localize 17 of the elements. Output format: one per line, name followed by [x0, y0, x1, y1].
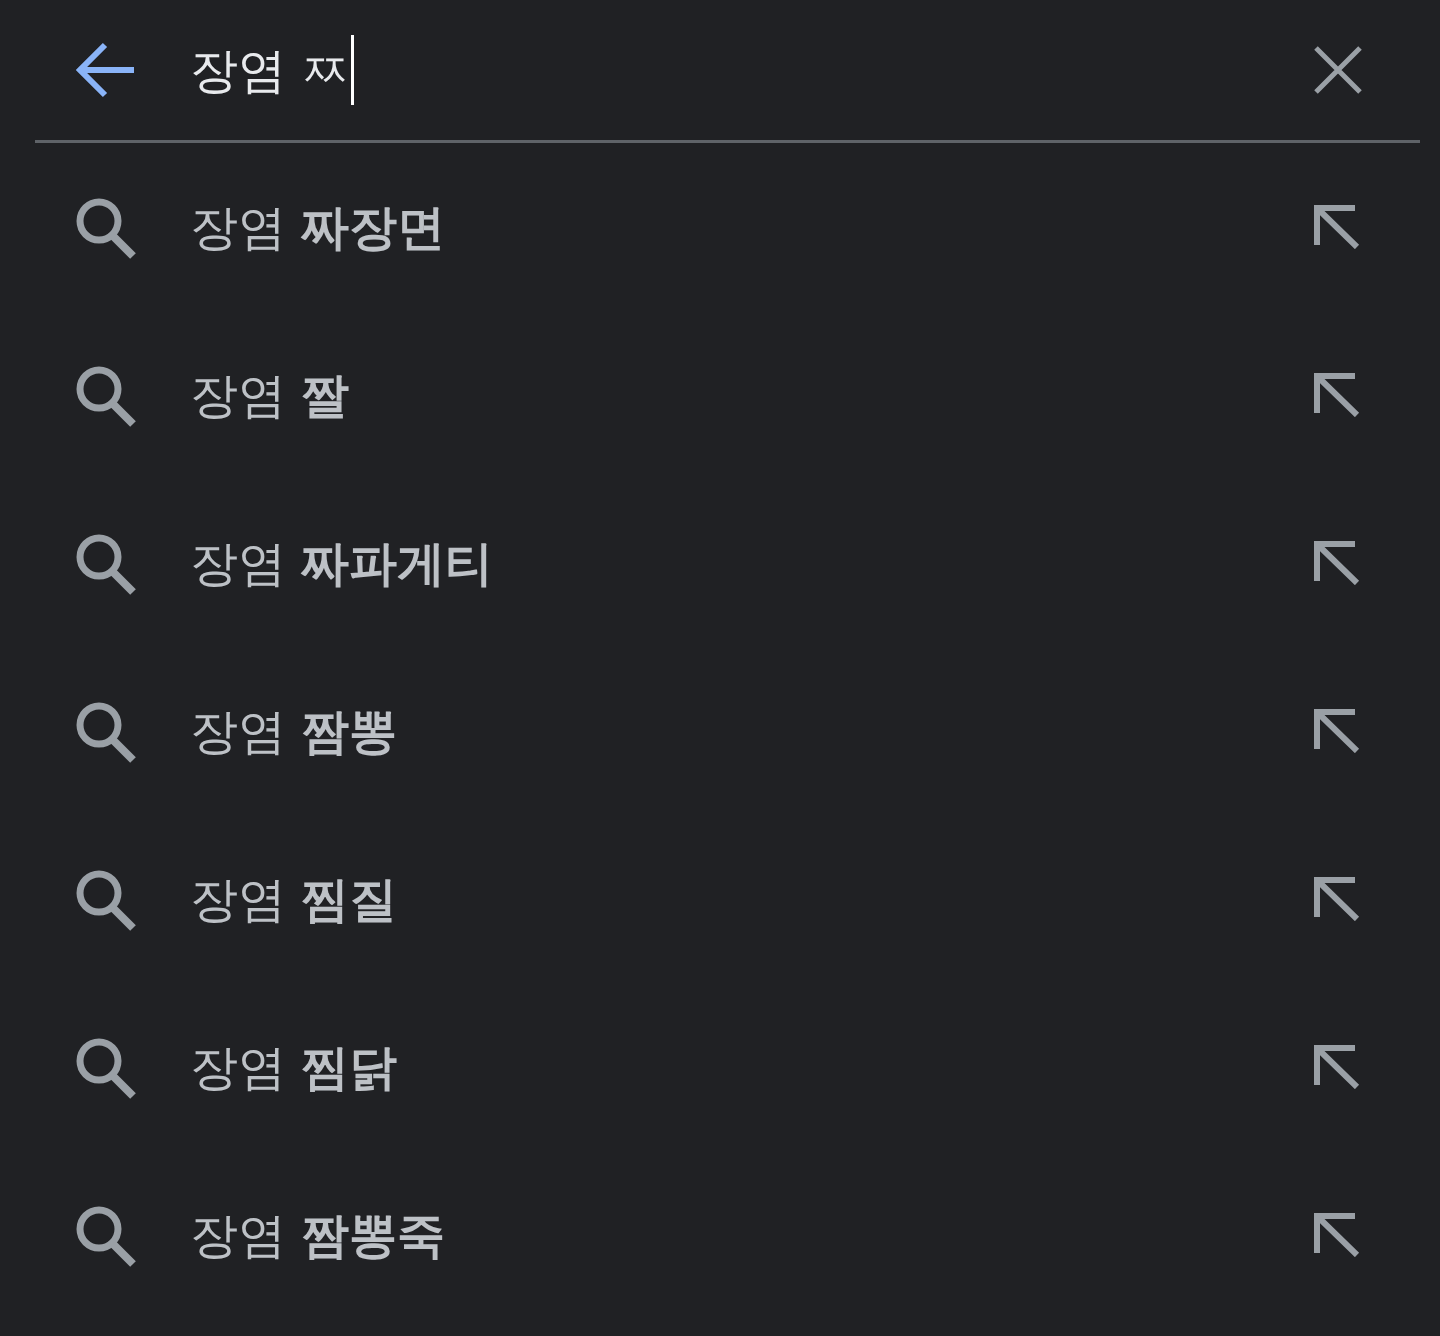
arrow-up-left-icon[interactable] — [1314, 1045, 1360, 1089]
suggestion-text[interactable]: 장염 짜장면 — [190, 199, 446, 255]
suggestion-text[interactable]: 장염 찜닭 — [190, 1039, 398, 1095]
arrow-up-left-icon[interactable] — [1314, 877, 1360, 921]
suggestion-text[interactable]: 장염 짬뽕 — [190, 703, 398, 759]
arrow-up-left-icon[interactable] — [1314, 709, 1360, 753]
arrow-up-left-icon[interactable] — [1314, 541, 1360, 585]
suggestion-text[interactable]: 장염 짤 — [190, 367, 350, 423]
suggestion-text[interactable]: 장염 찜질 — [190, 871, 398, 927]
arrow-up-left-icon[interactable] — [1314, 1213, 1360, 1257]
left-arrow-icon[interactable] — [76, 42, 134, 98]
suggestion-text[interactable]: 장염 짜파게티 — [190, 535, 494, 591]
close-icon[interactable] — [1314, 46, 1362, 94]
suggestion-text[interactable]: 장염 짬뽕죽 — [190, 1207, 446, 1263]
search-field[interactable]: 장염 ㅉ — [190, 32, 1294, 108]
arrow-up-left-icon[interactable] — [1314, 205, 1360, 249]
arrow-up-left-icon[interactable] — [1314, 373, 1360, 417]
